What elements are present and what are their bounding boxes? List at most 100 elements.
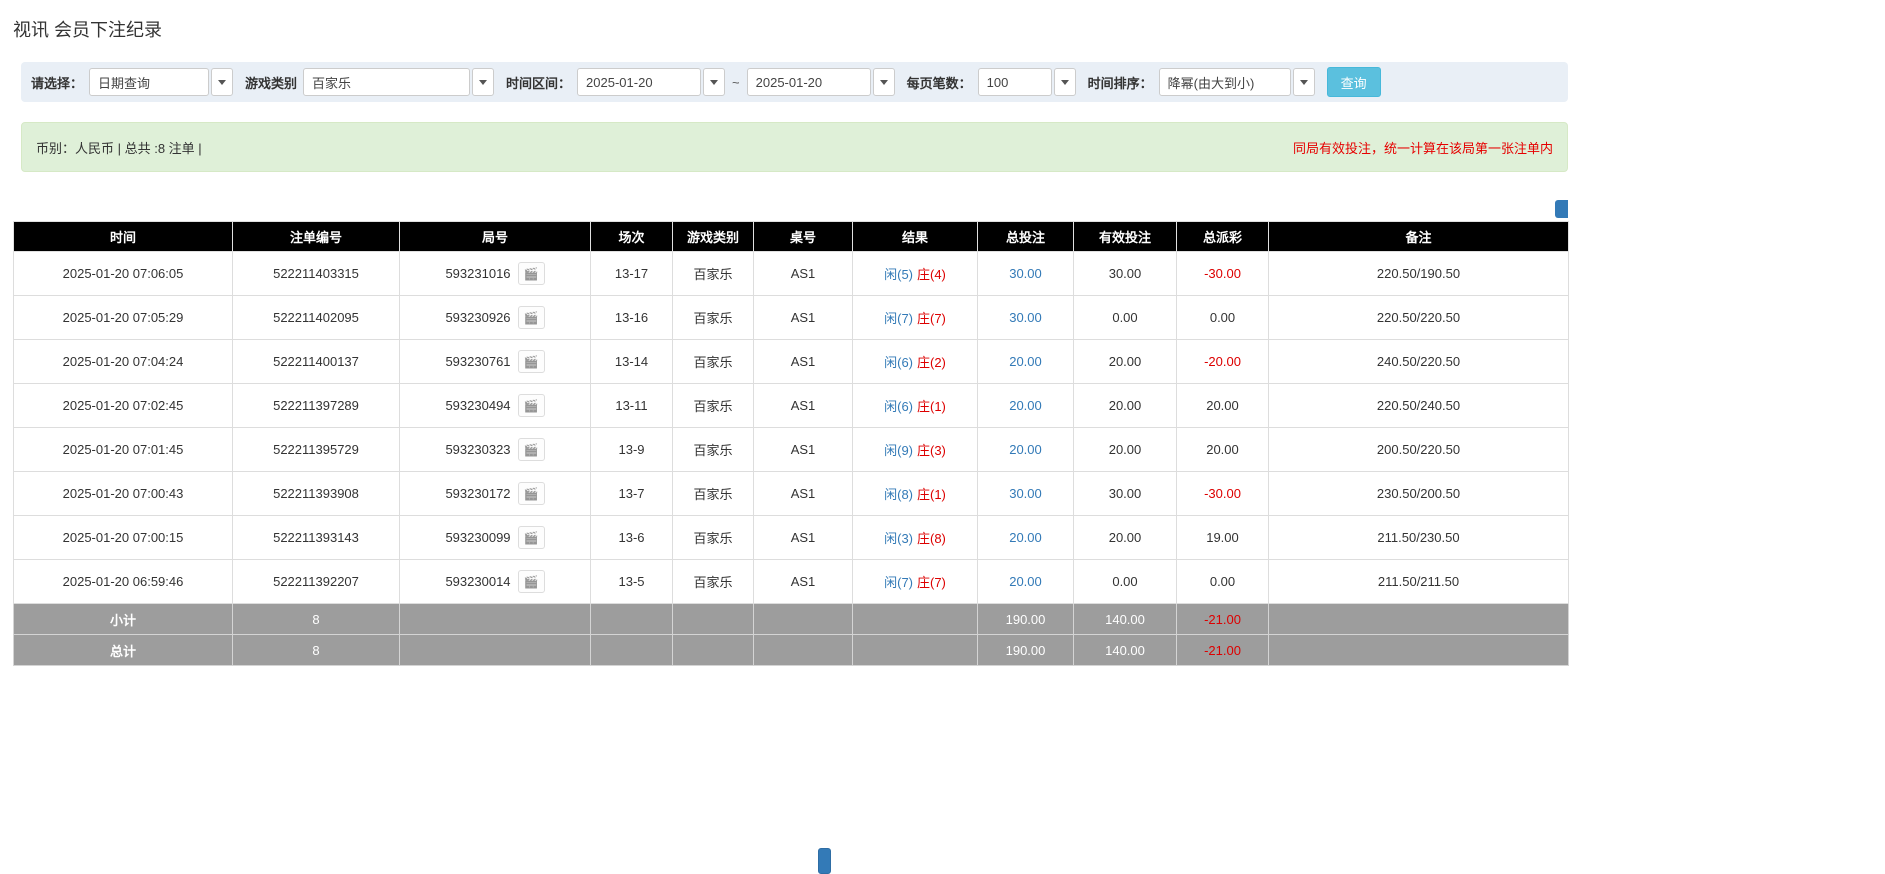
subtotal-empty-cell: [672, 603, 754, 635]
round-replay-button[interactable]: 🎬: [517, 526, 545, 549]
col-header-total-bet: 总投注: [977, 221, 1074, 252]
pagination-partial-button[interactable]: [818, 848, 831, 874]
total-empty-cell: [852, 634, 978, 666]
total-bet-link[interactable]: 20.00: [1009, 574, 1042, 589]
total-bet-link[interactable]: 20.00: [1009, 530, 1042, 545]
table-row: 2025-01-20 07:05:29 522211402095 5932309…: [13, 295, 1569, 340]
result-banker: 庄(1): [917, 399, 946, 414]
cell-payout: -30.00: [1176, 251, 1269, 296]
cell-remark: 211.50/211.50: [1268, 559, 1569, 604]
date-from-input[interactable]: [577, 68, 702, 96]
cell-table-no: AS1: [753, 383, 853, 428]
sort-order-dropdown-button[interactable]: [1292, 68, 1315, 96]
col-header-table: 桌号: [753, 221, 853, 252]
col-header-remark: 备注: [1268, 221, 1569, 252]
subtotal-empty-cell: [399, 603, 591, 635]
total-bet-link[interactable]: 30.00: [1009, 310, 1042, 325]
round-number: 593230926: [445, 310, 511, 325]
game-type-dropdown-button[interactable]: [472, 68, 495, 96]
result-banker: 庄(3): [917, 443, 946, 458]
cell-remark: 211.50/230.50: [1268, 515, 1569, 560]
game-type-combo: [303, 68, 495, 96]
round-replay-button[interactable]: 🎬: [517, 570, 545, 593]
side-toolbar-partial-button[interactable]: [1555, 200, 1568, 218]
round-number: 593231016: [445, 266, 511, 281]
video-replay-icon: 🎬: [523, 486, 539, 501]
subtotal-empty-cell: [590, 603, 673, 635]
round-number: 593230099: [445, 530, 511, 545]
cell-total-bet: 20.00: [977, 427, 1074, 472]
date-to-dropdown-button[interactable]: [872, 68, 895, 96]
result-banker: 庄(7): [917, 311, 946, 326]
cell-table-no: AS1: [753, 295, 853, 340]
cell-table-no: AS1: [753, 559, 853, 604]
total-bet-link[interactable]: 30.00: [1009, 266, 1042, 281]
subtotal-label: 小计: [13, 603, 233, 635]
date-to-combo: [746, 68, 895, 96]
cell-table-no: AS1: [753, 515, 853, 560]
cell-game-type: 百家乐: [672, 559, 754, 604]
total-valid-bet: 140.00: [1073, 634, 1177, 666]
video-replay-icon: 🎬: [523, 442, 539, 457]
cell-session: 13-11: [590, 383, 673, 428]
total-bet-link[interactable]: 20.00: [1009, 398, 1042, 413]
cell-bet-id: 522211397289: [232, 383, 400, 428]
col-header-valid-bet: 有效投注: [1073, 221, 1177, 252]
cell-result: 闲(7) 庄(7): [852, 559, 978, 604]
game-type-input[interactable]: [303, 68, 471, 96]
caret-down-icon: [218, 79, 227, 85]
col-header-payout: 总派彩: [1176, 221, 1269, 252]
cell-result: 闲(7) 庄(7): [852, 295, 978, 340]
sort-order-label: 时间排序：: [1087, 75, 1153, 91]
subtotal-empty-cell: [852, 603, 978, 635]
cell-game-type: 百家乐: [672, 251, 754, 296]
currency-summary-text: 币别：人民币 | 总共 :8 注单 |: [36, 140, 202, 156]
total-bet-link[interactable]: 20.00: [1009, 354, 1042, 369]
round-replay-button[interactable]: 🎬: [517, 350, 545, 373]
total-label: 总计: [13, 634, 233, 666]
cell-bet-id: 522211402095: [232, 295, 400, 340]
sort-order-input[interactable]: [1158, 68, 1291, 96]
cell-valid-bet: 20.00: [1073, 427, 1177, 472]
per-page-input[interactable]: [977, 68, 1052, 96]
round-replay-button[interactable]: 🎬: [517, 438, 545, 461]
cell-table-no: AS1: [753, 427, 853, 472]
video-replay-icon: 🎬: [523, 530, 539, 545]
query-type-dropdown-button[interactable]: [211, 68, 234, 96]
cell-total-bet: 20.00: [977, 559, 1074, 604]
table-header-row: 时间 注单编号 局号 场次 游戏类别 桌号 结果 总投注 有效投注 总派彩 备注: [13, 221, 1569, 252]
cell-valid-bet: 20.00: [1073, 383, 1177, 428]
total-bet-link[interactable]: 20.00: [1009, 442, 1042, 457]
result-player: 闲(3): [884, 531, 913, 546]
col-header-bet-id: 注单编号: [232, 221, 400, 252]
query-type-input[interactable]: [89, 68, 210, 96]
cell-session: 13-5: [590, 559, 673, 604]
search-button[interactable]: 查询: [1326, 67, 1381, 97]
valid-bet-notice-text: 同局有效投注，统一计算在该局第一张注单内: [1292, 140, 1553, 156]
main-container: 视讯 会员下注纪录 请选择： 游戏类别 时间区间： ~: [0, 16, 1569, 666]
caret-down-icon: [1060, 79, 1069, 85]
result-banker: 庄(4): [917, 267, 946, 282]
date-to-input[interactable]: [746, 68, 871, 96]
cell-table-no: AS1: [753, 251, 853, 296]
cell-round: 593230014 🎬: [399, 559, 591, 604]
filter-bar: 请选择： 游戏类别 时间区间： ~ 每页笔数：: [21, 62, 1568, 102]
round-replay-button[interactable]: 🎬: [517, 306, 545, 329]
round-replay-button[interactable]: 🎬: [517, 394, 545, 417]
col-header-result: 结果: [852, 221, 978, 252]
total-bet-link[interactable]: 30.00: [1009, 486, 1042, 501]
date-from-dropdown-button[interactable]: [703, 68, 726, 96]
cell-payout: 20.00: [1176, 427, 1269, 472]
round-replay-button[interactable]: 🎬: [517, 482, 545, 505]
cell-session: 13-6: [590, 515, 673, 560]
per-page-label: 每页笔数：: [906, 75, 972, 91]
per-page-dropdown-button[interactable]: [1053, 68, 1076, 96]
cell-bet-id: 522211392207: [232, 559, 400, 604]
game-type-label: 游戏类别: [245, 75, 298, 91]
cell-result: 闲(5) 庄(4): [852, 251, 978, 296]
cell-game-type: 百家乐: [672, 471, 754, 516]
round-replay-button[interactable]: 🎬: [517, 262, 545, 285]
total-count: 8: [232, 634, 400, 666]
cell-valid-bet: 0.00: [1073, 559, 1177, 604]
total-empty-cell: [399, 634, 591, 666]
